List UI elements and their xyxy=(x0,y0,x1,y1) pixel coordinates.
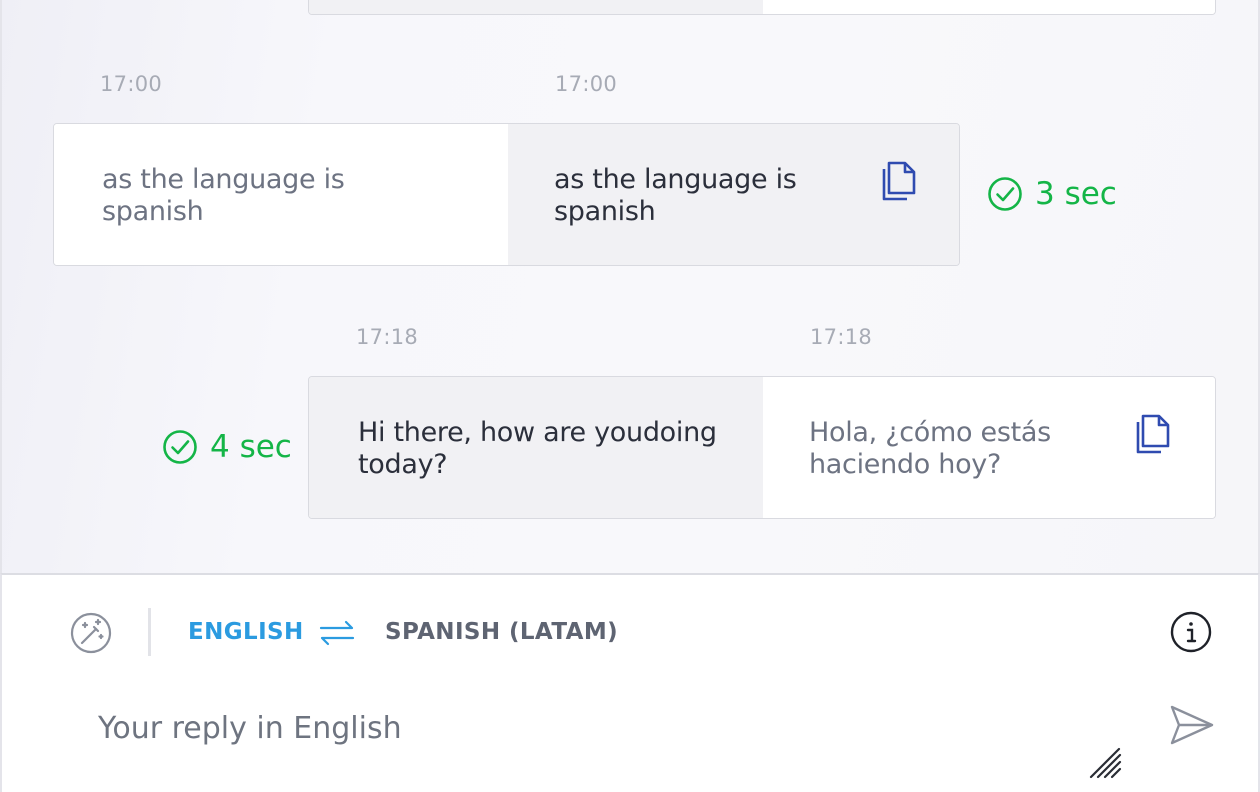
previous-message-target xyxy=(763,0,1215,14)
send-icon[interactable] xyxy=(1168,703,1216,747)
message-source-time: 17:18 xyxy=(356,325,419,349)
reply-composer: ENGLISH SPANISH (LATAM) xyxy=(0,573,1260,792)
message-source-text: as the language is spanish xyxy=(102,164,345,227)
message-target-text: Hola, ¿cómo estás haciendo hoy? xyxy=(809,417,1051,480)
target-language-selector[interactable]: SPANISH (LATAM) xyxy=(385,619,618,645)
message-target-time: 17:18 xyxy=(810,325,873,349)
message-target-time: 17:00 xyxy=(555,72,618,96)
message-source-time: 17:00 xyxy=(100,72,163,96)
chat-history: 17:00 17:00 as the language is spanish a… xyxy=(0,0,1260,573)
swap-arrows-icon[interactable] xyxy=(317,619,357,647)
resize-handle-icon[interactable] xyxy=(1088,747,1122,779)
reply-input[interactable] xyxy=(98,703,1098,753)
message-target-pane: as the language is spanish xyxy=(508,124,959,265)
previous-message-source xyxy=(309,0,763,14)
message-target-pane: Hola, ¿cómo estás haciendo hoy? xyxy=(763,377,1215,518)
copy-icon[interactable] xyxy=(881,160,917,202)
source-language-selector[interactable]: ENGLISH xyxy=(188,619,304,645)
delivery-status: 3 sec xyxy=(987,176,1117,212)
toolbar-divider xyxy=(148,608,151,656)
status-text: 3 sec xyxy=(1035,176,1117,212)
copy-icon[interactable] xyxy=(1135,413,1171,455)
message-source-pane: as the language is spanish xyxy=(54,124,508,265)
status-text: 4 sec xyxy=(210,429,292,465)
message-source-pane: Hi there, how are youdoing today? xyxy=(309,377,763,518)
previous-message-card xyxy=(308,0,1216,15)
magic-wand-icon[interactable] xyxy=(70,612,112,654)
delivery-status: 4 sec xyxy=(162,429,292,465)
check-circle-icon xyxy=(163,430,197,464)
message-target-text: as the language is spanish xyxy=(554,164,797,227)
info-icon[interactable] xyxy=(1170,611,1212,653)
message-card: as the language is spanish as the langua… xyxy=(53,123,960,266)
message-source-text: Hi there, how are youdoing today? xyxy=(358,417,717,480)
check-circle-icon xyxy=(988,177,1022,211)
message-card: Hi there, how are youdoing today? Hola, … xyxy=(308,376,1216,519)
